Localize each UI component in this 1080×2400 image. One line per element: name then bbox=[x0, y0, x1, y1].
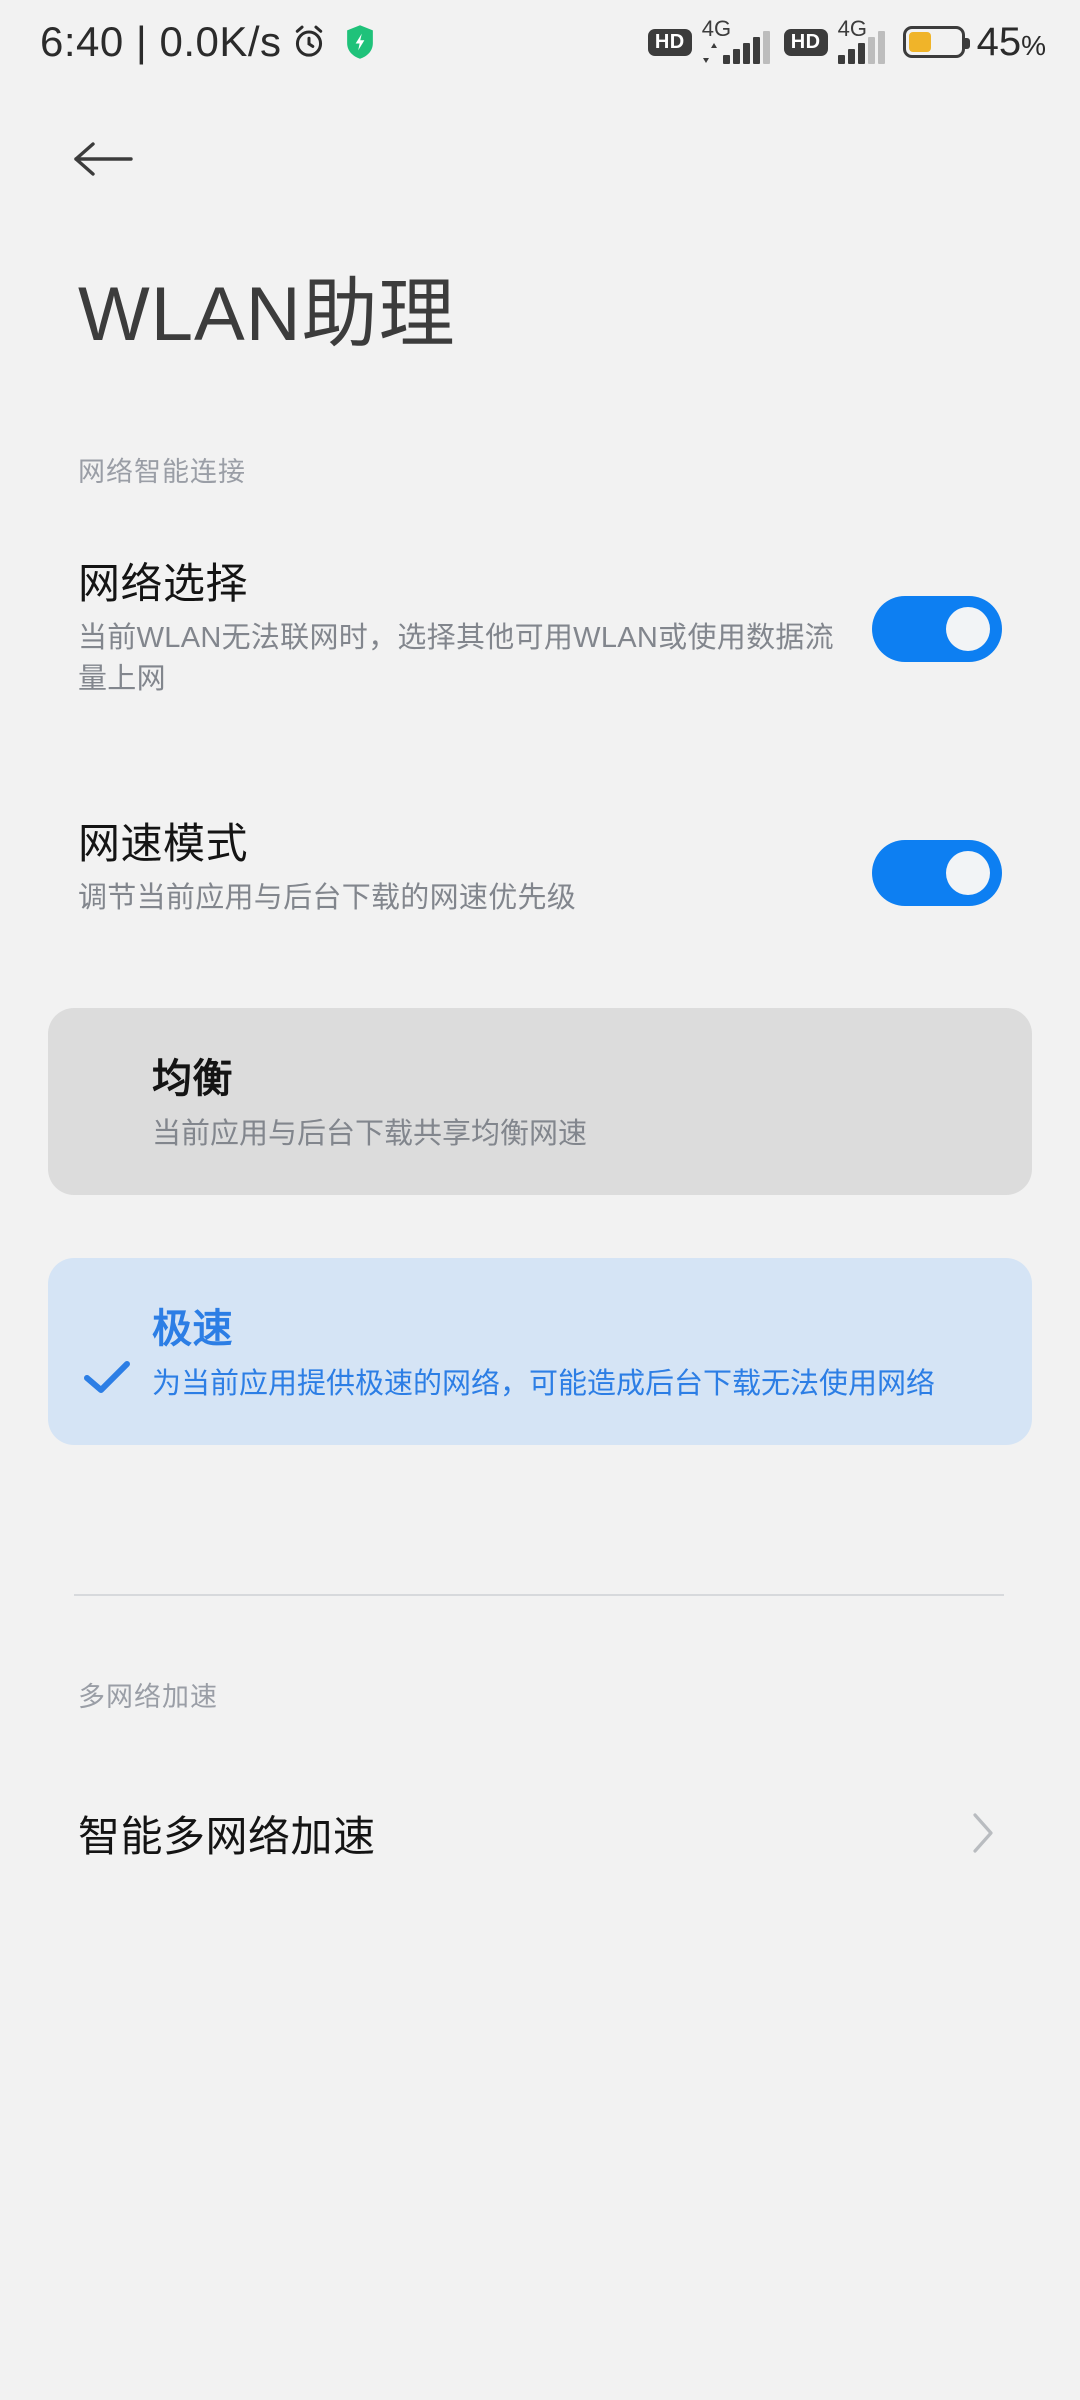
setting-title: 网速模式 bbox=[78, 820, 249, 867]
section-header-multi-network-acceleration: 多网络加速 bbox=[78, 1682, 218, 1712]
battery-percent-symbol: % bbox=[1021, 29, 1046, 61]
toggle-knob bbox=[946, 607, 990, 651]
status-bar: 6:40 | 0.0K/s HD 4G HD 4G 45% bbox=[0, 0, 1080, 84]
setting-text-block: 网络选择 当前WLAN无法联网时，选择其他可用WLAN或使用数据流量上网 bbox=[78, 558, 838, 701]
page-title: WLAN助理 bbox=[78, 272, 456, 357]
toggle-speed-mode[interactable] bbox=[872, 840, 1002, 906]
check-icon bbox=[82, 1358, 132, 1398]
back-button[interactable] bbox=[72, 125, 162, 197]
battery-percent-value: 45 bbox=[976, 19, 1022, 64]
option-title: 均衡 bbox=[152, 1057, 233, 1101]
option-card-extreme-speed[interactable]: 极速 为当前应用提供极速的网络，可能造成后台下载无法使用网络 bbox=[48, 1258, 1032, 1446]
toggle-knob bbox=[946, 851, 990, 895]
setting-row-network-selection[interactable]: 网络选择 当前WLAN无法联网时，选择其他可用WLAN或使用数据流量上网 bbox=[78, 558, 1002, 701]
status-time-netspeed: 6:40 | 0.0K/s bbox=[40, 18, 282, 65]
nav-row-smart-multi-network-acceleration[interactable]: 智能多网络加速 bbox=[78, 1785, 1002, 1881]
setting-title: 网络选择 bbox=[78, 560, 249, 607]
chevron-right-icon bbox=[970, 1811, 996, 1855]
data-transfer-icon bbox=[702, 43, 718, 63]
option-card-content: 均衡 当前应用与后台下载共享均衡网速 bbox=[48, 1008, 1032, 1195]
setting-description: 当前WLAN无法联网时，选择其他可用WLAN或使用数据流量上网 bbox=[78, 622, 834, 696]
option-title: 极速 bbox=[152, 1307, 233, 1351]
battery-icon bbox=[902, 26, 970, 58]
section-divider bbox=[74, 1594, 1004, 1596]
sim1-network-label: 4G bbox=[701, 16, 732, 41]
battery-percent: 45% bbox=[977, 20, 1046, 65]
option-description: 为当前应用提供极速的网络，可能造成后台下载无法使用网络 bbox=[152, 1368, 936, 1400]
setting-row-speed-mode[interactable]: 网速模式 调节当前应用与后台下载的网速优先级 bbox=[78, 818, 1002, 919]
sim2-hd-badge: HD bbox=[783, 28, 828, 56]
status-bar-left: 6:40 | 0.0K/s bbox=[40, 18, 376, 66]
section-header-network-smart-connect: 网络智能连接 bbox=[78, 457, 246, 487]
setting-description: 调节当前应用与后台下载的网速优先级 bbox=[78, 882, 577, 915]
option-card-content: 极速 为当前应用提供极速的网络，可能造成后台下载无法使用网络 bbox=[48, 1258, 1032, 1445]
sim1-signal: 4G bbox=[700, 16, 770, 64]
status-bar-right: HD 4G HD 4G 45% bbox=[647, 16, 1046, 65]
sim2-network-label: 4G bbox=[837, 16, 867, 41]
green-shield-icon bbox=[344, 24, 376, 60]
back-arrow-icon bbox=[72, 138, 134, 185]
nav-row-title: 智能多网络加速 bbox=[78, 1812, 376, 1860]
toggle-network-selection[interactable] bbox=[872, 596, 1002, 662]
sim2-signal: 4G bbox=[836, 16, 885, 64]
setting-text-block: 网速模式 调节当前应用与后台下载的网速优先级 bbox=[78, 818, 838, 919]
alarm-clock-icon bbox=[290, 23, 328, 61]
option-description: 当前应用与后台下载共享均衡网速 bbox=[152, 1118, 588, 1150]
sim1-hd-badge: HD bbox=[647, 28, 692, 56]
option-card-balanced[interactable]: 均衡 当前应用与后台下载共享均衡网速 bbox=[48, 1008, 1032, 1196]
